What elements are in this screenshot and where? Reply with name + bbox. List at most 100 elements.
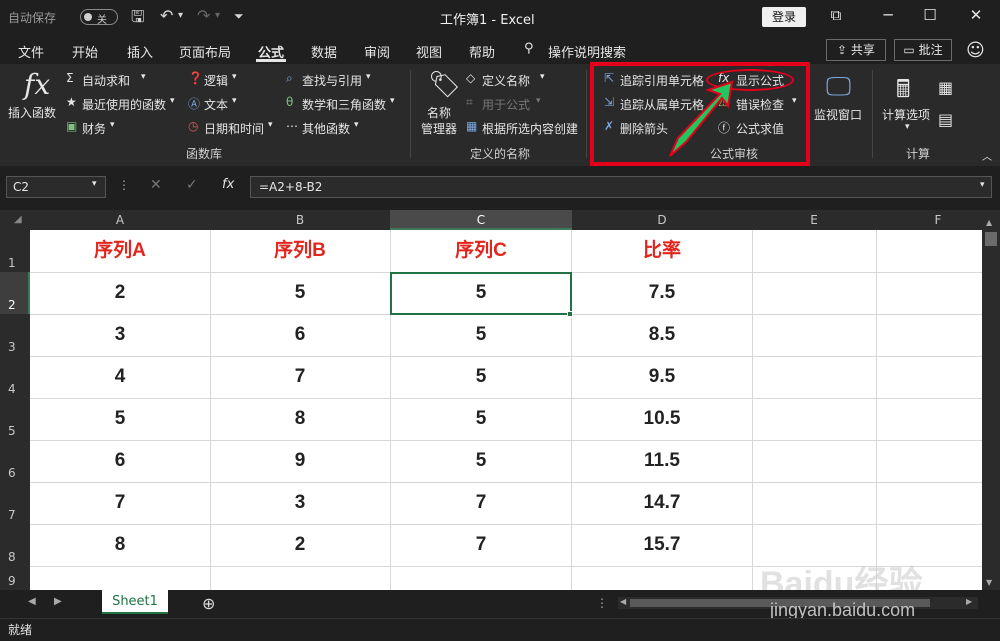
redo-icon[interactable]: ↷ bbox=[197, 6, 210, 25]
row-header[interactable]: 1 bbox=[0, 230, 30, 272]
expand-formula-icon[interactable]: ▾ bbox=[980, 180, 985, 190]
enter-icon[interactable]: ✓ bbox=[186, 177, 198, 193]
vertical-scroll-thumb[interactable] bbox=[985, 232, 997, 246]
recent-functions-button[interactable]: 最近使用的函数 bbox=[82, 96, 166, 113]
cell-c1[interactable]: 序列C bbox=[390, 230, 572, 272]
cell-a4[interactable]: 4 bbox=[30, 356, 210, 398]
use-in-formula-dropdown-icon[interactable]: ▾ bbox=[536, 96, 541, 106]
datetime-dropdown-icon[interactable]: ▾ bbox=[268, 120, 273, 130]
scroll-down-icon[interactable]: ▼ bbox=[986, 578, 992, 587]
row-header[interactable]: 2 bbox=[0, 272, 30, 314]
scroll-up-icon[interactable]: ▲ bbox=[986, 218, 992, 227]
tab-insert[interactable]: 插入 bbox=[127, 42, 153, 61]
cell-d2[interactable]: 7.5 bbox=[572, 272, 752, 314]
formula-input[interactable]: =A2+8-B2 bbox=[250, 176, 992, 198]
tab-page-layout[interactable]: 页面布局 bbox=[179, 42, 231, 61]
cell-a8[interactable]: 8 bbox=[30, 524, 210, 566]
cell-b1[interactable]: 序列B bbox=[210, 230, 390, 272]
row-header[interactable]: 3 bbox=[0, 314, 30, 356]
calculate-sheet-icon[interactable]: ▤ bbox=[938, 110, 953, 129]
cell-d6[interactable]: 11.5 bbox=[572, 440, 752, 482]
sheet-tab-sheet1[interactable]: Sheet1 bbox=[102, 590, 168, 614]
ribbon-display-icon[interactable]: ⧉ bbox=[826, 6, 846, 24]
column-header-d[interactable]: D bbox=[572, 213, 752, 227]
cell-a2[interactable]: 2 bbox=[30, 272, 210, 314]
row-header[interactable]: 6 bbox=[0, 440, 30, 482]
cell-c6[interactable]: 5 bbox=[390, 440, 572, 482]
comments-button[interactable]: ▭ 批注 bbox=[894, 39, 952, 61]
logical-dropdown-icon[interactable]: ▾ bbox=[232, 72, 237, 82]
share-button[interactable]: ⇪ 共享 bbox=[826, 39, 886, 61]
cell-a3[interactable]: 3 bbox=[30, 314, 210, 356]
tab-data[interactable]: 数据 bbox=[311, 42, 337, 61]
calculate-now-icon[interactable]: ▦ bbox=[938, 78, 953, 97]
scroll-left-icon[interactable]: ◀ bbox=[620, 597, 626, 606]
cell-b3[interactable]: 6 bbox=[210, 314, 390, 356]
cell-c5[interactable]: 5 bbox=[390, 398, 572, 440]
cell-d5[interactable]: 10.5 bbox=[572, 398, 752, 440]
financial-dropdown-icon[interactable]: ▾ bbox=[110, 120, 115, 130]
fill-handle[interactable] bbox=[567, 311, 573, 317]
logical-button[interactable]: 逻辑 bbox=[204, 72, 228, 89]
close-icon[interactable]: ✕ bbox=[966, 6, 986, 24]
autosum-button[interactable]: 自动求和 bbox=[82, 72, 130, 89]
define-name-dropdown-icon[interactable]: ▾ bbox=[540, 72, 545, 82]
maximize-icon[interactable]: ☐ bbox=[920, 6, 940, 24]
lookup-dropdown-icon[interactable]: ▾ bbox=[366, 72, 371, 82]
watch-window-button[interactable]: 监视窗口 bbox=[814, 106, 862, 123]
column-header-e[interactable]: E bbox=[752, 213, 876, 227]
use-in-formula-button[interactable]: 用于公式 bbox=[482, 96, 530, 113]
collapse-ribbon-icon[interactable]: ︿ bbox=[982, 148, 992, 163]
watch-window-icon[interactable]: 🖵 bbox=[826, 72, 851, 103]
calc-options-dropdown-icon[interactable]: ▾ bbox=[905, 122, 910, 132]
tab-review[interactable]: 审阅 bbox=[364, 42, 390, 61]
cell-a5[interactable]: 5 bbox=[30, 398, 210, 440]
cell-d3[interactable]: 8.5 bbox=[572, 314, 752, 356]
row-header[interactable]: 7 bbox=[0, 482, 30, 524]
redo-dropdown-icon[interactable]: ▾ bbox=[215, 10, 220, 21]
autosum-dropdown-icon[interactable]: ▾ bbox=[141, 72, 146, 82]
cell-c4[interactable]: 5 bbox=[390, 356, 572, 398]
define-name-button[interactable]: 定义名称 bbox=[482, 72, 530, 89]
cell-c3[interactable]: 5 bbox=[390, 314, 572, 356]
cell-a6[interactable]: 6 bbox=[30, 440, 210, 482]
cell-c7[interactable]: 7 bbox=[390, 482, 572, 524]
insert-function-button[interactable]: 插入函数 bbox=[8, 104, 56, 121]
cell-b7[interactable]: 3 bbox=[210, 482, 390, 524]
add-sheet-icon[interactable]: ⊕ bbox=[202, 594, 215, 613]
insert-function-icon[interactable]: fx bbox=[24, 68, 50, 101]
column-header-c[interactable]: C bbox=[390, 213, 572, 227]
calculation-options-button[interactable]: 计算选项 bbox=[882, 106, 930, 123]
math-button[interactable]: 数学和三角函数 bbox=[302, 96, 386, 113]
math-dropdown-icon[interactable]: ▾ bbox=[390, 96, 395, 106]
row-header[interactable]: 8 bbox=[0, 524, 30, 566]
recent-dropdown-icon[interactable]: ▾ bbox=[170, 96, 175, 106]
name-manager-label-2[interactable]: 管理器 bbox=[421, 120, 457, 137]
row-header[interactable]: 5 bbox=[0, 398, 30, 440]
prev-sheet-icon[interactable]: ◀ bbox=[28, 596, 36, 607]
cell-b8[interactable]: 2 bbox=[210, 524, 390, 566]
cell-d7[interactable]: 14.7 bbox=[572, 482, 752, 524]
feedback-smile-icon[interactable]: ☺ bbox=[966, 40, 985, 61]
more-dropdown-icon[interactable]: ▾ bbox=[354, 120, 359, 130]
financial-button[interactable]: 财务 bbox=[82, 120, 106, 137]
autosave-toggle[interactable]: 关 bbox=[80, 9, 118, 26]
more-functions-button[interactable]: 其他函数 bbox=[302, 120, 350, 137]
tab-file[interactable]: 文件 bbox=[18, 42, 44, 61]
name-box[interactable]: C2 bbox=[6, 176, 106, 198]
cell-a1[interactable]: 序列A bbox=[30, 230, 210, 272]
cell-d4[interactable]: 9.5 bbox=[572, 356, 752, 398]
login-button[interactable]: 登录 bbox=[762, 7, 806, 27]
text-dropdown-icon[interactable]: ▾ bbox=[232, 96, 237, 106]
minimize-icon[interactable]: ─ bbox=[878, 6, 898, 24]
cell-c8[interactable]: 7 bbox=[390, 524, 572, 566]
scroll-right-icon[interactable]: ▶ bbox=[966, 597, 972, 606]
column-header-f[interactable]: F bbox=[876, 213, 1000, 227]
insert-function-fx-icon[interactable]: fx bbox=[222, 177, 234, 192]
cancel-icon[interactable]: ✕ bbox=[150, 177, 162, 193]
cell-d8[interactable]: 15.7 bbox=[572, 524, 752, 566]
name-manager-label-1[interactable]: 名称 bbox=[427, 104, 451, 121]
customize-qat-icon[interactable]: ⏷ bbox=[234, 9, 244, 24]
lookup-button[interactable]: 查找与引用 bbox=[302, 72, 362, 89]
undo-dropdown-icon[interactable]: ▾ bbox=[178, 10, 183, 21]
